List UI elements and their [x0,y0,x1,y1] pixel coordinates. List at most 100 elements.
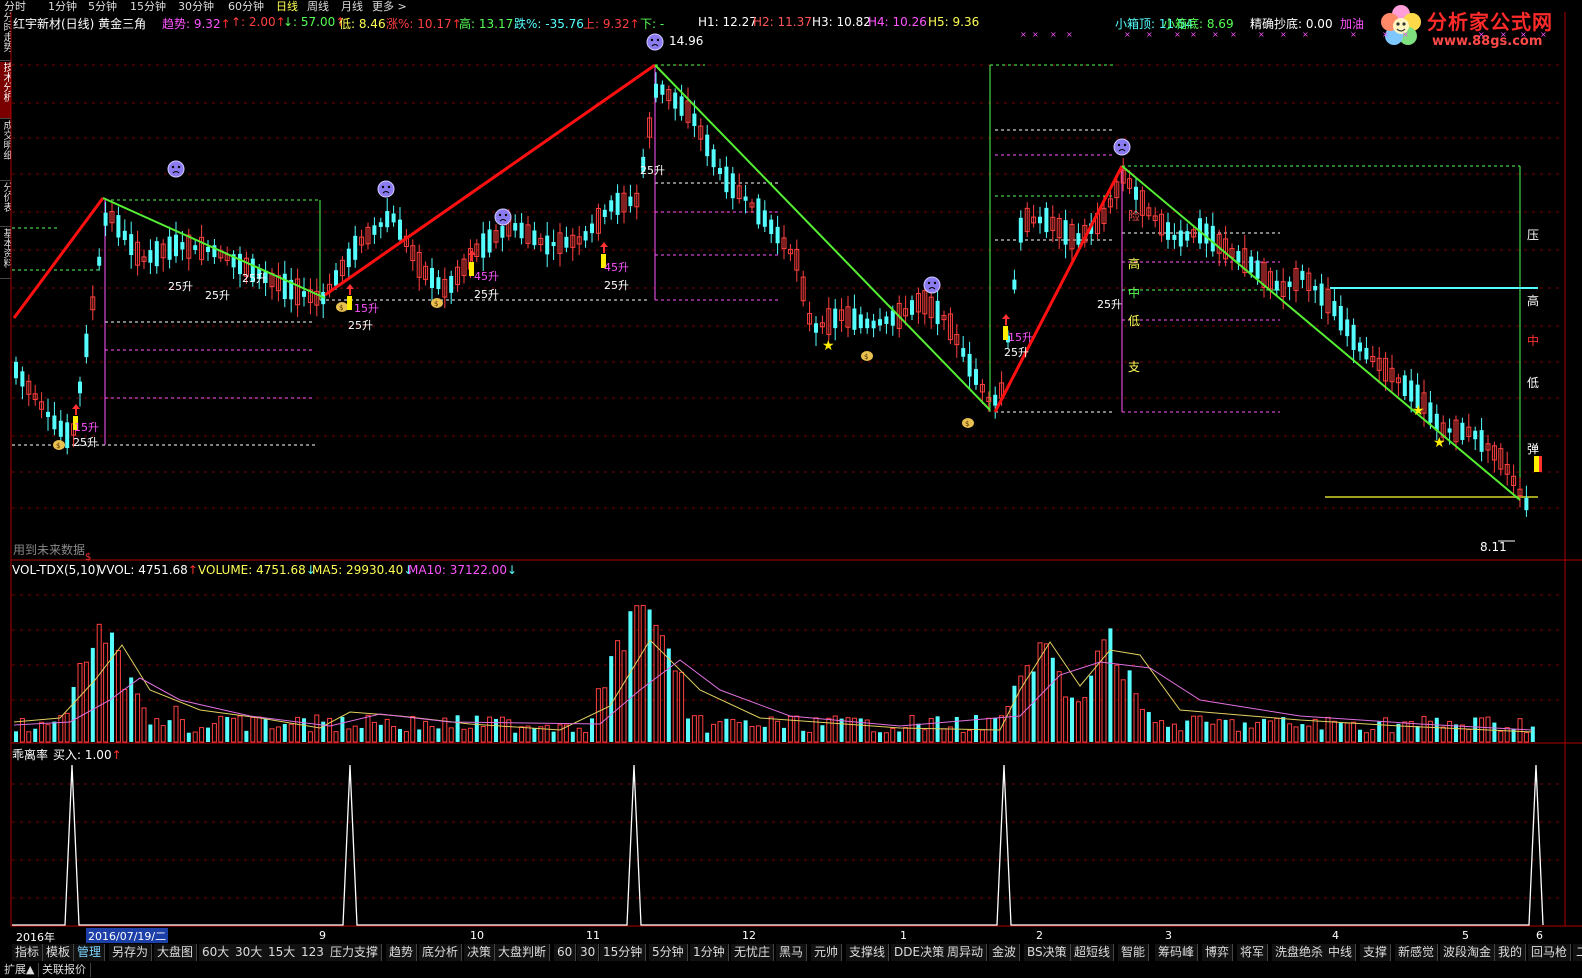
candle-body-down [910,300,914,315]
candle-body-down [551,242,556,247]
indicator-button-24[interactable]: 周异动 [944,944,988,961]
indicator-button-15[interactable]: 30 [577,944,600,961]
volume-bar [519,726,525,743]
volume-bar [110,632,114,742]
face-eye [381,185,385,189]
money-bag-icon: $ [431,298,443,308]
indicator-button-17[interactable]: 5分钟 [649,944,688,961]
volume-bar [269,728,275,743]
volume-bar [352,725,358,743]
indicator-button-7[interactable]: 15大 [265,944,300,961]
indicator-button-20[interactable]: 黑马 [776,944,808,961]
candle-body-down [1345,319,1350,337]
bottom-tab-0[interactable]: 扩展▲ [0,963,40,977]
rise-label: 25升 [474,288,499,301]
indicator-button-37[interactable]: 我的 [1495,944,1527,961]
volume-bar [256,716,262,743]
indicator-button-8[interactable]: 123 [298,944,328,961]
indicator-button-3[interactable]: 另存为 [109,944,153,961]
indicator-button-30[interactable]: 博弈 [1202,944,1234,961]
volume-bar [307,731,313,743]
indicator-button-5[interactable]: 60大 [199,944,234,961]
candle-body-down [871,320,876,329]
indicator-button-33[interactable]: 中线 [1325,944,1357,961]
volume-bar [967,729,973,743]
face-circle [923,276,941,294]
indicator-button-4[interactable]: 大盘图 [154,944,198,961]
candle-body-down [865,318,870,329]
indicator-button-28[interactable]: 智能 [1118,944,1150,961]
face-eye [927,281,931,285]
indicator-button-27[interactable]: 超短线 [1071,944,1115,961]
bottom-tab-1[interactable]: 关联报价 [38,963,91,977]
indicator-button-0[interactable]: 指标 [12,944,44,961]
indicator-button-19[interactable]: 无忧庄 [731,944,775,961]
indicator-button-10[interactable]: 趋势 [386,944,418,961]
indicator-button-2[interactable]: 管理 [74,944,106,961]
volume-bar [295,716,301,743]
volume-bar [532,728,537,742]
signal-mark: × [1146,30,1153,39]
volume-bar [1114,664,1120,743]
zone-label-mid: 高 [1128,257,1141,271]
volume-bar [1166,726,1170,742]
volume-bar [1120,679,1126,743]
volume-bar [839,718,844,742]
indicator-button-29[interactable]: 筹码峰 [1155,944,1199,961]
indicator-button-18[interactable]: 1分钟 [690,944,729,961]
candle-body-down [756,198,761,225]
indicator-button-31[interactable]: 将军 [1237,944,1269,961]
volume-bar [576,727,582,743]
candle-body-down [46,411,50,417]
indicator-button-12[interactable]: 决策 [464,944,496,961]
candle-body-down [1300,270,1305,280]
volume-bar [762,726,767,742]
signal-mark: × [1212,30,1219,39]
indicator-button-25[interactable]: 金波 [989,944,1021,961]
indicator-button-35[interactable]: 新感觉 [1395,944,1439,961]
indicator-button-6[interactable]: 30大 [232,944,267,961]
indicator-button-22[interactable]: 支撑线 [846,944,890,961]
indicator-button-34[interactable]: 支撑 [1360,944,1392,961]
candle-body-down [180,242,185,250]
volume-bar [1050,657,1055,742]
indicator-button-11[interactable]: 底分析 [419,944,463,961]
candle-body-down [148,250,153,263]
candle-body-down [122,230,127,241]
volume-bar [83,661,89,743]
volume-bar [417,729,422,742]
volume-bar [686,718,690,742]
signal-mark: × [1500,30,1507,39]
indicator-button-36[interactable]: 波段淘金 [1440,944,1496,961]
indicator-button-14[interactable]: 60 [554,944,577,961]
indicator-button-13[interactable]: 大盘判断 [495,944,551,961]
indicator-button-9[interactable]: 压力支撑 [327,944,383,961]
deviation_panel-item-0: 乖离率 [12,746,48,763]
stock-chart-canvas[interactable]: $ $ $ $ $ ★ ★ ★ × × × × × × × × × × × × × × × × × × × × $ [0,0,1582,943]
candle-body-down [1319,283,1324,306]
candle-body-down [545,235,550,255]
candle-body-down [519,222,524,239]
indicator-button-23[interactable]: DDE决策 [891,944,949,961]
indicator-button-16[interactable]: 15分钟 [600,944,647,961]
month-label: 11 [586,929,600,942]
money-bag-icon: $ [53,440,65,450]
indicator-button-21[interactable]: 元帅 [811,944,843,961]
candle-body-down [1063,220,1068,245]
signal-bar [347,296,352,310]
volume-bar [1127,670,1132,742]
indicator-button-1[interactable]: 模板 [43,944,75,961]
indicator-button-38[interactable]: 回马枪 [1528,944,1572,961]
indicator-button-32[interactable]: 洗盘绝杀 [1272,944,1328,961]
indicator-button-39[interactable]: 二百 [1573,944,1582,961]
volume-bar [423,720,429,743]
cursor-date: 2016/07/19/二 [86,928,169,944]
buy-star-icon: ★ [822,338,835,354]
deviation-line [12,764,1544,926]
candle-body-down [833,308,838,329]
candle-body-down [1076,233,1081,245]
indicator-button-26[interactable]: BS决策 [1024,944,1071,961]
volume-bar [1408,721,1414,743]
candle-body-down [1236,250,1241,263]
volume-bar [1459,724,1465,743]
